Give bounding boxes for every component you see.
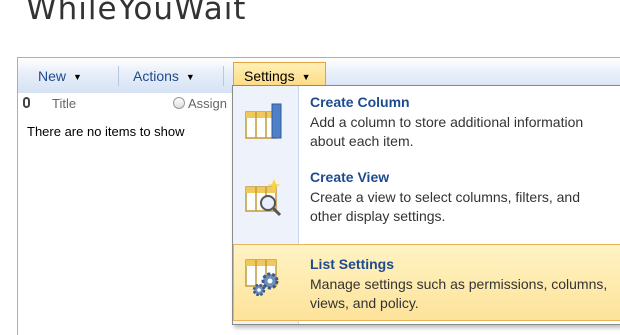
toolbar-separator [223, 66, 224, 86]
chevron-down-icon: ▼ [301, 72, 311, 82]
column-header-assign[interactable]: Assign [188, 96, 227, 111]
menu-item-title: Create Column [310, 94, 410, 110]
menu-item-list-settings[interactable]: List Settings Manage settings such as pe… [233, 244, 620, 321]
list-border [17, 92, 18, 335]
create-column-icon [245, 103, 282, 139]
menu-item-description: Create a view to select columns, filters… [310, 189, 581, 224]
list-settings-icon [245, 259, 279, 296]
actions-label: Actions [133, 68, 179, 84]
menu-item-description: Manage settings such as permissions, col… [310, 276, 608, 311]
empty-list-message: There are no items to show [27, 124, 185, 139]
column-header-title[interactable]: Title [52, 96, 76, 111]
menu-item-create-view[interactable]: Create View Create a view to select colu… [233, 169, 620, 242]
chevron-down-icon: ▼ [185, 72, 195, 82]
new-label: New [38, 68, 67, 84]
attachment-icon [23, 97, 30, 108]
settings-label: Settings [244, 68, 295, 84]
new-menu-button[interactable]: New ▼ [38, 65, 82, 87]
chevron-down-icon: ▼ [73, 72, 82, 82]
list-header-row: Title Assign [17, 93, 237, 117]
menu-item-create-column[interactable]: Create Column Add a column to store addi… [233, 94, 620, 167]
menu-item-description: Add a column to store additional informa… [310, 114, 584, 149]
menu-item-title: Create View [310, 169, 390, 185]
settings-dropdown-menu: Create Column Add a column to store addi… [232, 85, 620, 325]
toolbar-separator [118, 66, 119, 86]
page-title: WhileYouWait [26, 0, 247, 27]
create-view-icon [245, 179, 282, 217]
actions-menu-button[interactable]: Actions ▼ [133, 65, 195, 87]
radio-icon [173, 97, 185, 109]
menu-item-title: List Settings [310, 256, 395, 272]
